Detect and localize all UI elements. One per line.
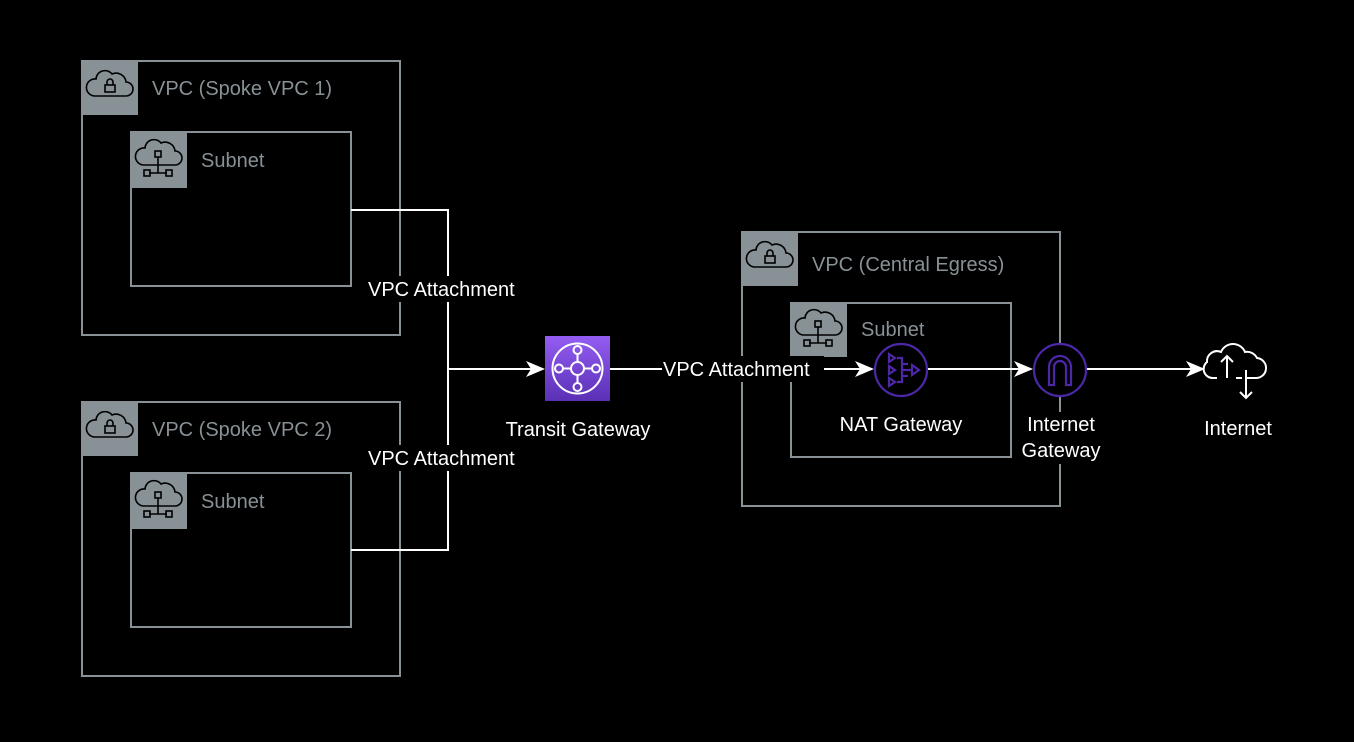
node-nat-gateway[interactable]: NAT Gateway xyxy=(840,342,963,436)
subnet-title: Subnet xyxy=(861,319,925,341)
edge-label-spoke2-attachment: VPC Attachment xyxy=(368,448,515,470)
subnet-title: Subnet xyxy=(201,491,265,513)
node-transit-gateway[interactable]: Transit Gateway xyxy=(506,336,651,441)
internet-label: Internet xyxy=(1204,418,1272,440)
group-spoke-vpc-2: VPC (Spoke VPC 2) Subnet xyxy=(81,401,401,677)
vpc-header-box xyxy=(82,402,138,456)
subnet-title: Subnet xyxy=(201,150,265,172)
vpc-header-box xyxy=(742,232,798,286)
subnet-group: Subnet xyxy=(130,472,352,628)
internet-gateway-label-line1: Internet xyxy=(1027,414,1095,436)
architecture-diagram: VPC (Spoke VPC 1) Subnet VPC (Spoke VPC … xyxy=(81,60,1273,677)
vpc-header-box xyxy=(82,61,138,115)
transit-gateway-label: Transit Gateway xyxy=(506,419,651,441)
edge-label-egress-attachment: VPC Attachment xyxy=(663,359,810,381)
vpc-title: VPC (Central Egress) xyxy=(812,254,1004,276)
edge-label-spoke1-attachment: VPC Attachment xyxy=(368,279,515,301)
internet-gateway-label-line2: Gateway xyxy=(1022,440,1101,462)
edge-nat-to-igw xyxy=(928,361,1033,377)
nat-gateway-label: NAT Gateway xyxy=(840,414,963,436)
internet-cloud-icon xyxy=(1202,343,1267,400)
subnet-group: Subnet xyxy=(130,131,352,287)
group-spoke-vpc-1: VPC (Spoke VPC 1) Subnet xyxy=(81,60,401,336)
vpc-title: VPC (Spoke VPC 1) xyxy=(152,78,332,100)
edge-igw-to-internet xyxy=(1087,361,1205,377)
vpc-title: VPC (Spoke VPC 2) xyxy=(152,419,332,441)
node-internet[interactable]: Internet xyxy=(1202,343,1273,440)
internet-gateway-icon-ring xyxy=(1032,342,1088,398)
